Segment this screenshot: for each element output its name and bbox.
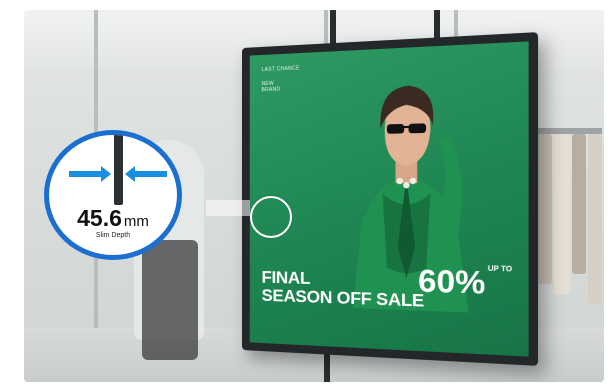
screen-small-text: LAST CHANCE	[261, 65, 300, 74]
depth-caption: Slim Depth	[95, 232, 131, 239]
discount-suffix: %	[455, 264, 486, 302]
zoom-connector	[206, 200, 250, 216]
hanging-garment	[572, 134, 586, 274]
screen-small-text: BRAND	[261, 86, 281, 94]
hanging-garment	[554, 134, 570, 294]
arrow-right-icon	[69, 166, 111, 182]
sale-headline: FINAL SEASON OFF SALE	[261, 267, 424, 311]
discount-percentage: 60% UP TO	[418, 264, 512, 303]
display-edge-profile	[114, 135, 123, 205]
arrow-left-icon	[125, 166, 167, 182]
depth-number: 45.6	[77, 205, 122, 231]
depth-unit: mm	[123, 213, 149, 230]
signage-display: LAST CHANCE NEW BRAND FINAL SEASON OFF S…	[242, 32, 539, 366]
headline-line: SEASON OFF SALE	[261, 285, 424, 311]
depth-callout: 45.6 mm Slim Depth	[44, 130, 182, 260]
hanging-garment	[536, 134, 552, 284]
mannequin-skirt	[142, 240, 198, 360]
zoom-highlight-ring	[250, 196, 292, 238]
discount-prefix: UP TO	[487, 265, 513, 274]
display-screen: LAST CHANCE NEW BRAND FINAL SEASON OFF S…	[249, 41, 529, 357]
discount-value: 60	[418, 263, 456, 301]
depth-value: 45.6 mm	[49, 205, 177, 232]
hanging-garment	[588, 134, 602, 304]
